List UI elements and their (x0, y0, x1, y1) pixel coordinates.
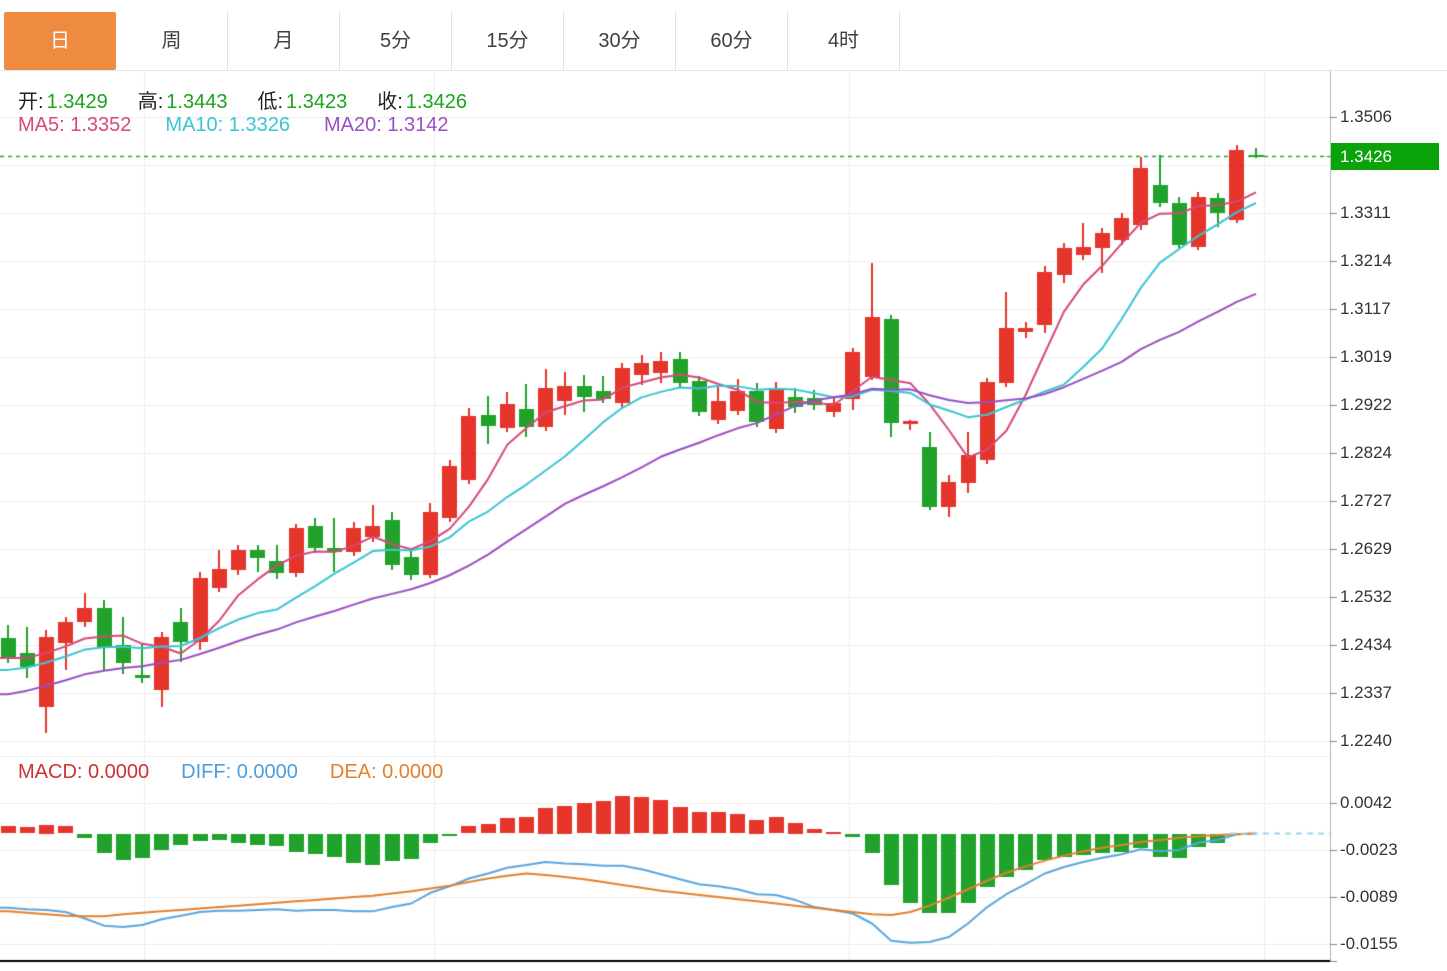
price-axis-label: 1.3311 (1340, 203, 1391, 223)
price-axis-label: 1.2727 (1340, 491, 1392, 511)
macd-axis-label: -0.0089 (1340, 887, 1398, 907)
price-axis-label: 1.2434 (1340, 635, 1392, 655)
macd-axis-label: 0.0042 (1340, 793, 1392, 813)
price-axis-label: 1.2922 (1340, 395, 1392, 415)
low-readout: 低:1.3423 (257, 85, 347, 114)
tab-60min[interactable]: 60分 (676, 12, 788, 70)
ma-legend-item: MA20: 1.3142 (324, 114, 449, 137)
macd-legend-item: DEA: 0.0000 (330, 761, 443, 784)
tab-30min[interactable]: 30分 (564, 12, 676, 70)
ma-legend: MA5: 1.3352 MA10: 1.3326 MA20: 1.3142 (18, 114, 448, 137)
macd-legend-item: DIFF: 0.0000 (181, 761, 298, 784)
price-axis-label: 1.3506 (1340, 107, 1392, 127)
ma-legend-item: MA10: 1.3326 (165, 114, 290, 137)
ohlc-legend: 开:1.3429 高:1.3443 低:1.3423 收:1.3426 (18, 85, 467, 114)
price-axis-label: 1.2337 (1340, 683, 1392, 703)
tab-4hour[interactable]: 4时 (788, 12, 900, 70)
tab-week[interactable]: 周 (116, 12, 228, 70)
timeframe-tabbar: 日周月5分15分30分60分4时 (4, 12, 900, 70)
price-axis-label: 1.3019 (1340, 347, 1392, 367)
macd-legend-item: MACD: 0.0000 (18, 761, 149, 784)
macd-axis-label: -0.0155 (1340, 934, 1398, 954)
high-readout: 高:1.3443 (138, 85, 228, 114)
macd-axis-label: -0.0023 (1340, 840, 1398, 860)
tab-15min[interactable]: 15分 (452, 12, 564, 70)
price-axis-label: 1.2532 (1340, 587, 1392, 607)
price-axis-label: 1.3214 (1340, 251, 1392, 271)
tab-5min[interactable]: 5分 (340, 12, 452, 70)
tab-day[interactable]: 日 (4, 12, 116, 70)
close-readout: 收:1.3426 (377, 85, 467, 114)
price-axis-label: 1.2629 (1340, 539, 1392, 559)
macd-legend: MACD: 0.0000 DIFF: 0.0000 DEA: 0.0000 (18, 761, 443, 784)
price-axis-label: 1.2824 (1340, 443, 1392, 463)
tabbar-divider (0, 70, 1447, 71)
current-price-badge: 1.3426 (1331, 143, 1439, 170)
tab-month[interactable]: 月 (228, 12, 340, 70)
ma-legend-item: MA5: 1.3352 (18, 114, 131, 137)
price-axis-label: 1.3117 (1340, 299, 1391, 319)
price-axis-label: 1.2240 (1340, 731, 1392, 751)
kline-chart-canvas[interactable] (0, 0, 1447, 971)
open-readout: 开:1.3429 (18, 85, 108, 114)
